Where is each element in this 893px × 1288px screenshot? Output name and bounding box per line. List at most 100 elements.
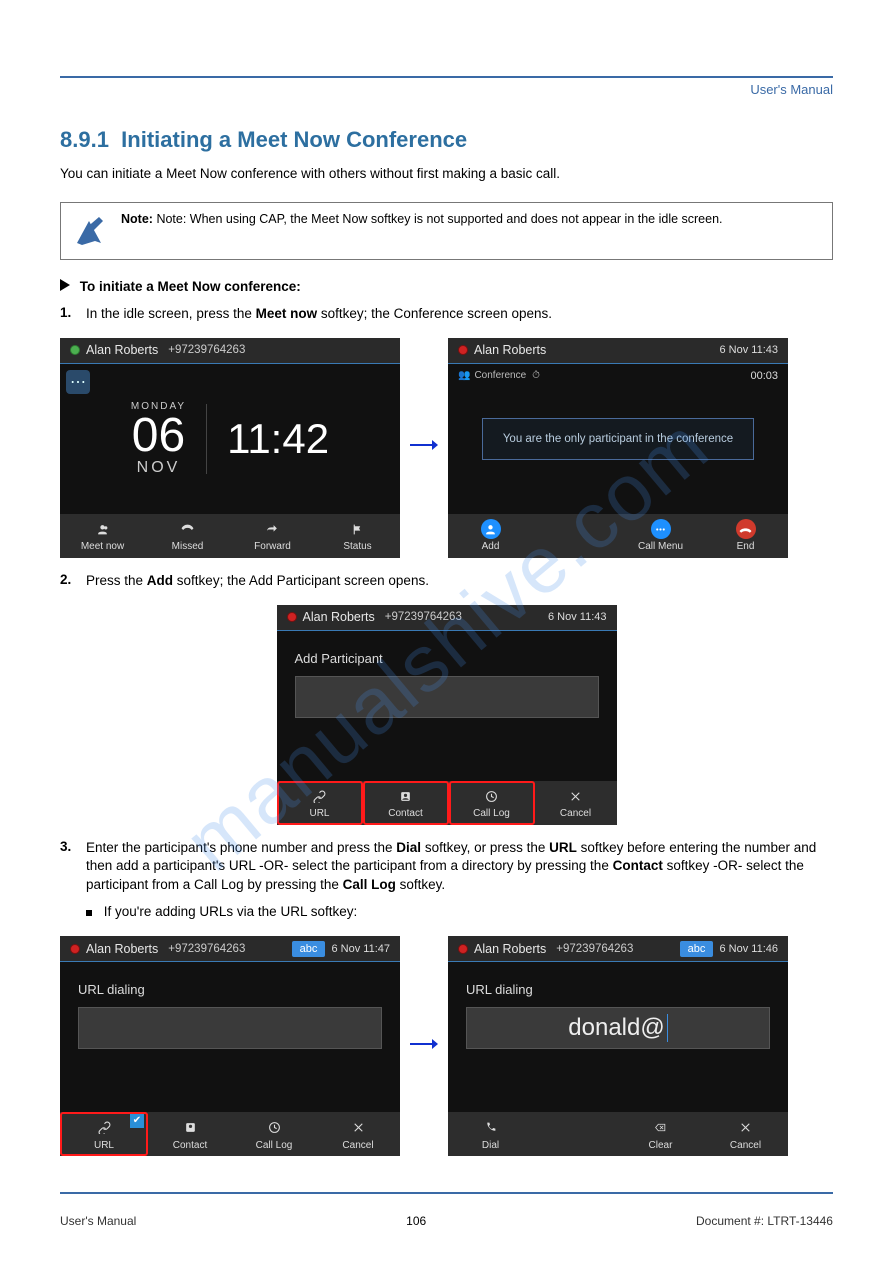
phone4-input[interactable] [78, 1007, 382, 1049]
phone5-status: Alan Roberts +97239764263 abc 6 Nov 11:4… [448, 936, 788, 962]
arrow-2 [410, 1036, 438, 1057]
phone-idle: Alan Roberts +97239764263 ⋯ MONDAY 06 NO… [60, 338, 400, 558]
step-1-index: 1. [60, 305, 78, 320]
date-block: MONDAY 06 NOV [131, 402, 186, 476]
softkey-forward[interactable]: Forward [230, 514, 315, 558]
clock-icon: ⏱ [532, 370, 540, 381]
people-icon [93, 519, 113, 539]
s3a: Enter the participant's phone number and… [86, 840, 396, 855]
phone5-value: donald@ [568, 1014, 664, 1042]
header-rule [60, 76, 833, 78]
s3e: softkey. [400, 877, 446, 892]
phone5-title: URL dialing [466, 982, 533, 997]
meetnow-label: Meet now [256, 306, 318, 321]
phone1-status: Alan Roberts +97239764263 [60, 338, 400, 364]
steps-lead-text: To initiate a Meet Now conference: [80, 279, 301, 294]
phone2-duration: 00:03 [750, 370, 778, 382]
softkey-missed-label: Missed [172, 541, 204, 552]
presence-dot-green [70, 345, 80, 355]
phone5-body: URL dialing donald@ [448, 962, 788, 1112]
phone4-status: Alan Roberts +97239764263 abc 6 Nov 11:4… [60, 936, 400, 962]
softkey-calllog-4[interactable]: Call Log [232, 1112, 316, 1156]
softkey-end[interactable]: End [703, 514, 788, 558]
softkey-callmenu[interactable]: Call Menu [618, 514, 703, 558]
softkey-status-label: Status [343, 541, 371, 552]
presence-dot-red-5 [458, 944, 468, 954]
contact-label: Contact [613, 858, 663, 873]
close-icon [566, 786, 586, 806]
phone4-name: Alan Roberts [86, 942, 158, 956]
check-icon: ✔ [130, 1114, 144, 1128]
phone1-number: +97239764263 [168, 344, 245, 356]
phone5-input[interactable]: donald@ [466, 1007, 770, 1049]
screens-row-2: Alan Roberts +97239764263 6 Nov 11:43 Ad… [60, 605, 833, 825]
phone3-input[interactable] [295, 676, 599, 718]
footer-right: Document #: LTRT-13446 [696, 1214, 833, 1228]
phone3-softkeys: URL Contact Call Log Cancel [277, 781, 617, 825]
month-label: NOV [131, 460, 186, 476]
softkey-status[interactable]: Status [315, 514, 400, 558]
softkey-cancel-5-label: Cancel [730, 1140, 761, 1151]
phone1-body: ⋯ MONDAY 06 NOV 11:42 [60, 364, 400, 514]
softkey-cancel-3[interactable]: Cancel [535, 781, 617, 825]
more-button[interactable]: ⋯ [66, 370, 90, 394]
phone-url-empty: Alan Roberts +97239764263 abc 6 Nov 11:4… [60, 936, 400, 1156]
phone-url-filled: Alan Roberts +97239764263 abc 6 Nov 11:4… [448, 936, 788, 1156]
text-cursor [667, 1014, 668, 1042]
contact-icon-4 [180, 1118, 200, 1138]
url-note: If you're adding URLs via the URL softke… [86, 903, 833, 922]
softkey-calllog[interactable]: Call Log [449, 781, 535, 825]
softkey-clear-5[interactable]: Clear [618, 1112, 703, 1156]
phone1-name: Alan Roberts [86, 343, 158, 357]
header-right: User's Manual [60, 82, 833, 97]
phone5-mode: abc [680, 941, 714, 957]
softkey-contact-4[interactable]: Contact [148, 1112, 232, 1156]
softkey-dial-5[interactable]: Dial [448, 1112, 533, 1156]
step-1-body: In the idle screen, press the Meet now s… [86, 305, 552, 324]
step-1-text-a: In the idle screen, press the [86, 306, 256, 321]
screens-row-3: Alan Roberts +97239764263 abc 6 Nov 11:4… [60, 936, 833, 1156]
softkey-meetnow-label: Meet now [81, 541, 124, 552]
softkey-missed[interactable]: Missed [145, 514, 230, 558]
phone1-softkeys: Meet now Missed Forward Status [60, 514, 400, 558]
steps-lead: To initiate a Meet Now conference: [60, 278, 833, 297]
phone5-name: Alan Roberts [474, 942, 546, 956]
softkey-add[interactable]: Add [448, 514, 533, 558]
softkey-cancel-4[interactable]: Cancel [316, 1112, 400, 1156]
phone5-datetime: 6 Nov 11:46 [719, 943, 778, 955]
softkey-contact-label: Contact [388, 808, 422, 819]
softkey-meetnow[interactable]: Meet now [60, 514, 145, 558]
phone3-body: Add Participant [277, 631, 617, 781]
phone5-softkeys: Dial Clear Cancel [448, 1112, 788, 1156]
phone-add-participant: Alan Roberts +97239764263 6 Nov 11:43 Ad… [277, 605, 617, 825]
softkey-url-4[interactable]: ✔ URL [60, 1112, 148, 1156]
flag-icon [348, 519, 368, 539]
step-2-text-a: Press the [86, 573, 147, 588]
softkey-url[interactable]: URL [277, 781, 363, 825]
triangle-icon [60, 279, 70, 291]
softkey-contact[interactable]: Contact [363, 781, 449, 825]
clock-icon-sk [482, 786, 502, 806]
softkey-cancel-5[interactable]: Cancel [703, 1112, 788, 1156]
calllog-label: Call Log [343, 877, 396, 892]
softkey-cancel-4-label: Cancel [342, 1140, 373, 1151]
phone2-name: Alan Roberts [474, 343, 546, 357]
phone3-number: +97239764263 [385, 611, 462, 623]
date-divider [206, 404, 207, 474]
step-1: 1. In the idle screen, press the Meet no… [60, 305, 833, 324]
presence-dot-red [458, 345, 468, 355]
softkey-calllog-label: Call Log [473, 808, 510, 819]
hangup-icon [736, 519, 756, 539]
dial-label: Dial [396, 840, 421, 855]
phone3-title: Add Participant [295, 651, 383, 666]
phone2-message: You are the only participant in the conf… [482, 418, 754, 460]
softkey-contact-4-label: Contact [173, 1140, 207, 1151]
clock-icon-4 [264, 1118, 284, 1138]
section-number: 8.9.1 [60, 127, 109, 152]
contact-icon [396, 786, 416, 806]
phone2-conf-label: Conference [474, 370, 526, 381]
phone-conference: Alan Roberts 6 Nov 11:43 👥 Conference ⏱ … [448, 338, 788, 558]
softkey-cancel-3-label: Cancel [560, 808, 591, 819]
s3b: softkey, or press the [425, 840, 549, 855]
softkey-forward-label: Forward [254, 541, 291, 552]
